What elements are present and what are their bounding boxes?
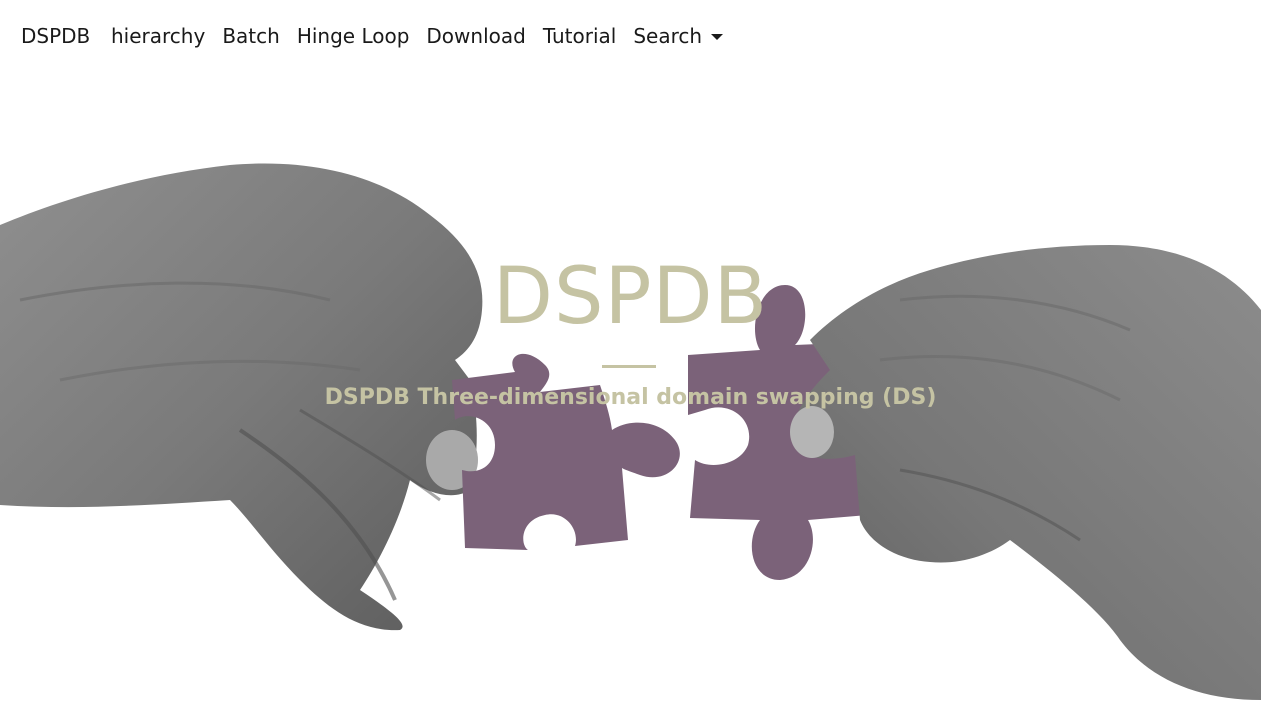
nav-search-dropdown[interactable]: Search <box>633 24 724 48</box>
nav-links: hierarchy Batch Hinge Loop Download Tuto… <box>111 24 724 48</box>
page: DSPDB hierarchy Batch Hinge Loop Downloa… <box>0 0 1261 713</box>
hero-divider <box>602 365 656 368</box>
top-navbar: DSPDB hierarchy Batch Hinge Loop Downloa… <box>0 0 1261 72</box>
hero-title: DSPDB <box>492 252 769 342</box>
nav-link-download[interactable]: Download <box>426 24 525 48</box>
nav-search-label: Search <box>633 24 703 48</box>
left-puzzle-piece <box>452 353 680 550</box>
nav-brand-link[interactable]: DSPDB <box>21 24 90 48</box>
nav-link-tutorial[interactable]: Tutorial <box>543 24 617 48</box>
nav-link-hierarchy[interactable]: hierarchy <box>111 24 205 48</box>
nav-link-hinge-loop[interactable]: Hinge Loop <box>297 24 410 48</box>
caret-down-icon <box>711 34 724 40</box>
puzzle-hands-image <box>0 163 1261 700</box>
nav-link-batch[interactable]: Batch <box>222 24 280 48</box>
hero-subtitle: DSPDB Three-dimensional domain swapping … <box>324 385 937 410</box>
